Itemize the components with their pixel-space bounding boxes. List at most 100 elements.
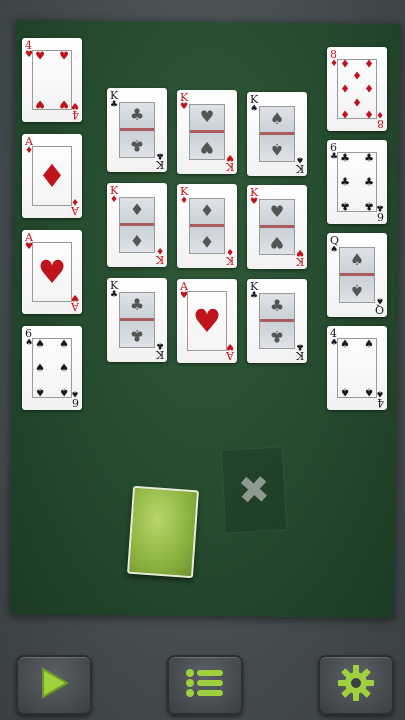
card-suit-icon: ♠ bbox=[375, 388, 384, 398]
face-card-art: ♥ ♥ bbox=[259, 199, 295, 255]
card-suit-icon: ♣ bbox=[155, 340, 164, 350]
card-pip-icon: ♣ bbox=[340, 175, 350, 189]
card-rank-label: K bbox=[295, 162, 304, 175]
face-suit-icon: ♦ bbox=[129, 200, 145, 219]
card-suit-icon: ♠ bbox=[375, 295, 384, 305]
face-card-art: ♠ ♠ bbox=[259, 106, 295, 162]
card-suit-icon: ♣ bbox=[250, 291, 259, 301]
card-suit-icon: ♦ bbox=[70, 196, 79, 206]
face-suit-icon: ♣ bbox=[129, 295, 145, 314]
face-suit-icon: ♦ bbox=[199, 201, 215, 220]
card-right-2[interactable]: 6 ♣ 6 ♣ ♣ ♣ ♣ ♣ ♣ ♣ bbox=[327, 140, 387, 224]
card-rank-label: 4 bbox=[377, 396, 384, 409]
card-pip-icon: ♥ bbox=[59, 97, 69, 111]
face-band bbox=[260, 318, 294, 322]
play-button[interactable] bbox=[16, 655, 92, 715]
waste-pile[interactable]: ✖ bbox=[220, 446, 288, 534]
card-pip-icon: ♣ bbox=[364, 175, 374, 189]
card-left-2[interactable]: A ♦ A ♦ ♦ bbox=[22, 134, 82, 218]
card-pip-icon: ♠ bbox=[340, 385, 350, 399]
menu-list-icon bbox=[185, 668, 225, 702]
card-right-1[interactable]: 8 ♦ 8 ♦ ♦ ♦ ♦ ♦ ♦ ♦ ♦ ♦ bbox=[327, 47, 387, 131]
card-suit-icon: ♠ bbox=[70, 388, 79, 398]
card-pip-icon: ♦ bbox=[340, 57, 350, 71]
card-suit-icon: ♦ bbox=[180, 196, 189, 206]
card-suit-icon: ♣ bbox=[295, 341, 304, 351]
card-mid-9[interactable]: K ♣ K ♣ ♣ ♣ bbox=[247, 279, 307, 363]
card-pip-icon: ♦ bbox=[352, 95, 362, 109]
card-mid-8[interactable]: A ♥ A ♥ ♥ bbox=[177, 279, 237, 363]
card-suit-icon: ♦ bbox=[155, 245, 164, 255]
card-rank-label: K bbox=[295, 255, 304, 268]
card-right-4[interactable]: 4 ♠ 4 ♠ ♠ ♠ ♠ ♠ bbox=[327, 326, 387, 410]
card-suit-icon: ♣ bbox=[375, 202, 384, 212]
card-mid-7[interactable]: K ♣ K ♣ ♣ ♣ bbox=[107, 278, 167, 362]
card-suit-icon: ♠ bbox=[330, 245, 339, 255]
face-suit-icon: ♦ bbox=[199, 232, 215, 251]
face-suit-icon: ♣ bbox=[129, 136, 145, 155]
card-pip-icon: ♦ bbox=[340, 107, 350, 121]
face-suit-icon: ♠ bbox=[269, 140, 285, 159]
settings-button[interactable] bbox=[318, 655, 394, 715]
card-rank-label: A bbox=[71, 204, 79, 217]
card-pip-icon: ♠ bbox=[364, 337, 374, 351]
card-suit-icon: ♥ bbox=[225, 341, 234, 351]
menu-button[interactable] bbox=[167, 655, 243, 715]
card-pip-icon: ♦ bbox=[352, 69, 362, 83]
card-rank-label: K bbox=[225, 160, 234, 173]
face-suit-icon: ♣ bbox=[269, 327, 285, 346]
card-pip-icon: ♥ bbox=[59, 49, 69, 63]
stock-pile[interactable] bbox=[127, 485, 199, 579]
card-pip-icon: ♥ bbox=[35, 97, 45, 111]
card-rank-label: A bbox=[226, 349, 234, 362]
face-card-art: ♦ ♦ bbox=[189, 198, 225, 254]
card-pip-icon: ♠ bbox=[364, 385, 374, 399]
card-suit-icon: ♠ bbox=[295, 154, 304, 164]
card-pip-icon: ♠ bbox=[35, 337, 45, 351]
card-pip-icon: ♠ bbox=[59, 361, 69, 375]
card-rank-label: A bbox=[71, 300, 79, 313]
face-card-art: ♥ ♥ bbox=[189, 104, 225, 160]
card-rank-label: 4 bbox=[72, 108, 79, 121]
card-rank-label: K bbox=[155, 253, 164, 266]
face-suit-icon: ♥ bbox=[199, 138, 215, 157]
card-suit-icon: ♣ bbox=[110, 290, 119, 300]
face-band bbox=[120, 222, 154, 226]
card-mid-2[interactable]: K ♥ K ♥ ♥ ♥ bbox=[177, 90, 237, 174]
card-pip-icon: ♠ bbox=[59, 385, 69, 399]
card-mid-4[interactable]: K ♦ K ♦ ♦ ♦ bbox=[107, 183, 167, 267]
card-rank-label: K bbox=[155, 348, 164, 361]
face-suit-icon: ♥ bbox=[269, 233, 285, 252]
face-band bbox=[120, 317, 154, 321]
card-suit-icon: ♥ bbox=[70, 100, 79, 110]
card-mid-5[interactable]: K ♦ K ♦ ♦ ♦ bbox=[177, 184, 237, 268]
card-left-4[interactable]: 6 ♠ 6 ♠ ♠ ♠ ♠ ♠ ♠ ♠ bbox=[22, 326, 82, 410]
card-right-3[interactable]: Q ♠ Q ♠ ♠ ♠ bbox=[327, 233, 387, 317]
card-pip-icon: ♦ bbox=[364, 107, 374, 121]
face-band bbox=[190, 129, 224, 133]
card-rank-label: Q bbox=[374, 303, 384, 316]
card-mid-3[interactable]: K ♠ K ♠ ♠ ♠ bbox=[247, 92, 307, 176]
card-rank-label: 6 bbox=[72, 396, 79, 409]
card-rank-label: K bbox=[155, 158, 164, 171]
face-card-art: ♦ ♦ bbox=[119, 197, 155, 253]
play-icon bbox=[39, 667, 69, 703]
gear-icon bbox=[337, 664, 375, 706]
card-left-1[interactable]: 4 ♥ 4 ♥ ♥ ♥ ♥ ♥ bbox=[22, 38, 82, 122]
face-suit-icon: ♥ bbox=[199, 107, 215, 126]
card-suit-icon: ♣ bbox=[155, 150, 164, 160]
card-mid-1[interactable]: K ♣ K ♣ ♣ ♣ bbox=[107, 88, 167, 172]
card-suit-icon: ♦ bbox=[375, 109, 384, 119]
face-suit-icon: ♠ bbox=[349, 281, 365, 300]
card-suit-icon: ♥ bbox=[192, 302, 222, 340]
card-rank-label: 6 bbox=[377, 210, 384, 223]
face-band bbox=[260, 131, 294, 135]
face-card-art: ♣ ♣ bbox=[259, 293, 295, 349]
card-suit-icon: ♥ bbox=[37, 253, 67, 291]
card-left-3[interactable]: A ♥ A ♥ ♥ bbox=[22, 230, 82, 314]
card-pip-icon: ♠ bbox=[59, 337, 69, 351]
card-mid-6[interactable]: K ♥ K ♥ ♥ ♥ bbox=[247, 185, 307, 269]
face-suit-icon: ♦ bbox=[129, 231, 145, 250]
face-suit-icon: ♠ bbox=[349, 250, 365, 269]
face-card-art: ♠ ♠ bbox=[339, 247, 375, 303]
